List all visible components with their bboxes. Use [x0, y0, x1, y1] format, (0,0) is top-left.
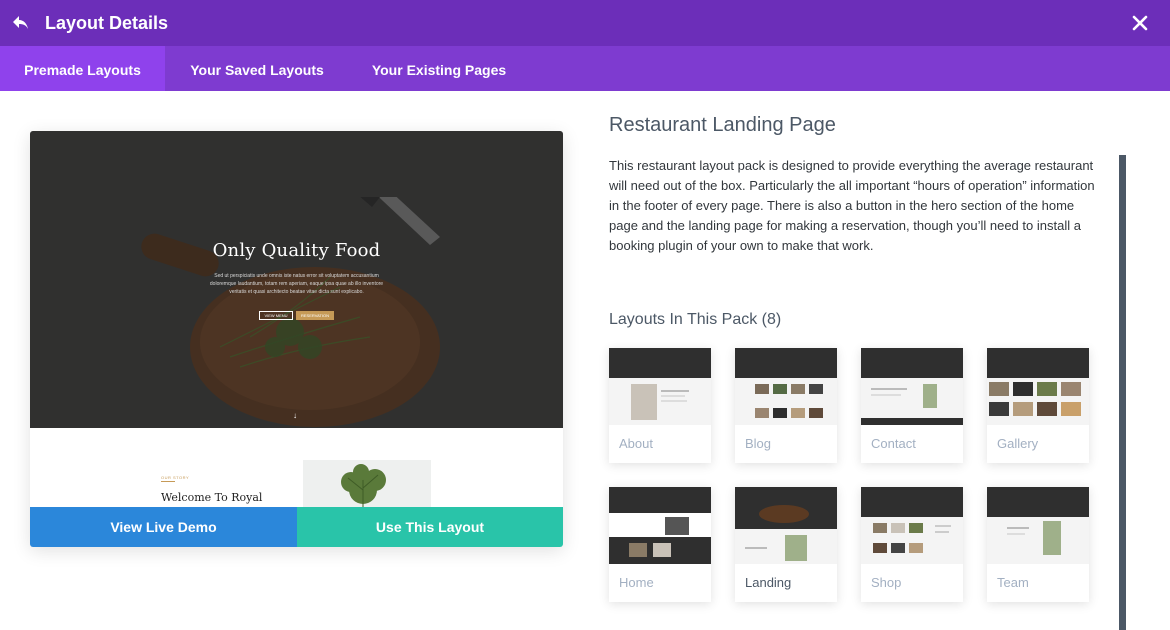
layout-thumb-team[interactable]: Team — [987, 487, 1089, 602]
modal-header: Layout Details — [0, 0, 1170, 46]
preview-section-title: Welcome To Royal — [161, 491, 263, 504]
layout-thumb-blog[interactable]: Blog — [735, 348, 837, 463]
shop-thumbnail — [861, 487, 963, 564]
layout-preview-card: Only Quality Food Sed ut perspiciatis un… — [30, 131, 563, 547]
layout-thumb-contact[interactable]: Contact — [861, 348, 963, 463]
home-thumbnail — [609, 487, 711, 564]
layout-thumb-gallery[interactable]: Gallery — [987, 348, 1089, 463]
layout-thumb-landing[interactable]: Landing — [735, 487, 837, 602]
tab-existing-pages[interactable]: Your Existing Pages — [349, 46, 529, 91]
thumb-label: Team — [997, 575, 1029, 590]
thumb-label: Landing — [745, 575, 792, 590]
layout-thumb-shop[interactable]: Shop — [861, 487, 963, 602]
gallery-thumbnail — [987, 348, 1089, 425]
thumb-label: Contact — [871, 436, 916, 451]
pack-section-title: Layouts In This Pack (8) — [609, 311, 782, 328]
about-thumbnail — [609, 348, 711, 425]
preview-hero-image: Only Quality Food Sed ut perspiciatis un… — [30, 131, 563, 428]
preview-hero-title: Only Quality Food — [212, 240, 381, 261]
layout-title: Restaurant Landing Page — [609, 114, 836, 136]
tab-bar: Premade Layouts Your Saved Layouts Your … — [0, 46, 1170, 91]
thumb-label: Shop — [871, 575, 902, 590]
layout-thumb-home[interactable]: Home — [609, 487, 711, 602]
scroll-down-arrow-icon: ↓ — [293, 411, 297, 420]
landing-thumbnail — [735, 487, 837, 564]
thumb-label: About — [619, 436, 653, 451]
preview-view-menu-button: VIEW MENU — [259, 311, 293, 320]
scrollbar[interactable] — [1119, 155, 1126, 630]
preview-section-kicker: OUR STORY — [161, 475, 190, 480]
tab-premade-layouts[interactable]: Premade Layouts — [0, 46, 165, 91]
thumb-label: Blog — [745, 436, 772, 451]
preview-lower-section: OUR STORY Welcome To Royal — [30, 428, 563, 507]
view-live-demo-button[interactable]: View Live Demo — [30, 507, 297, 547]
team-thumbnail — [987, 487, 1089, 564]
close-icon[interactable] — [1130, 13, 1150, 33]
blog-thumbnail — [735, 348, 837, 425]
use-this-layout-button[interactable]: Use This Layout — [297, 507, 563, 547]
layout-thumb-about[interactable]: About — [609, 348, 711, 463]
herb-plant-photo — [303, 460, 431, 507]
undo-arrow-icon[interactable] — [10, 12, 32, 34]
layout-description: This restaurant layout pack is designed … — [609, 158, 1095, 253]
thumb-label: Gallery — [997, 436, 1039, 451]
preview-reservation-button: RESERVATION — [296, 311, 334, 320]
tab-saved-layouts[interactable]: Your Saved Layouts — [165, 46, 349, 91]
modal-title: Layout Details — [45, 13, 169, 33]
thumb-label: Home — [619, 575, 654, 590]
preview-action-buttons: View Live Demo Use This Layout — [30, 507, 563, 547]
contact-thumbnail — [861, 348, 963, 425]
preview-hero-text: Sed ut perspiciatis unde omnis iste natu… — [209, 273, 384, 295]
kicker-underline — [161, 481, 175, 482]
